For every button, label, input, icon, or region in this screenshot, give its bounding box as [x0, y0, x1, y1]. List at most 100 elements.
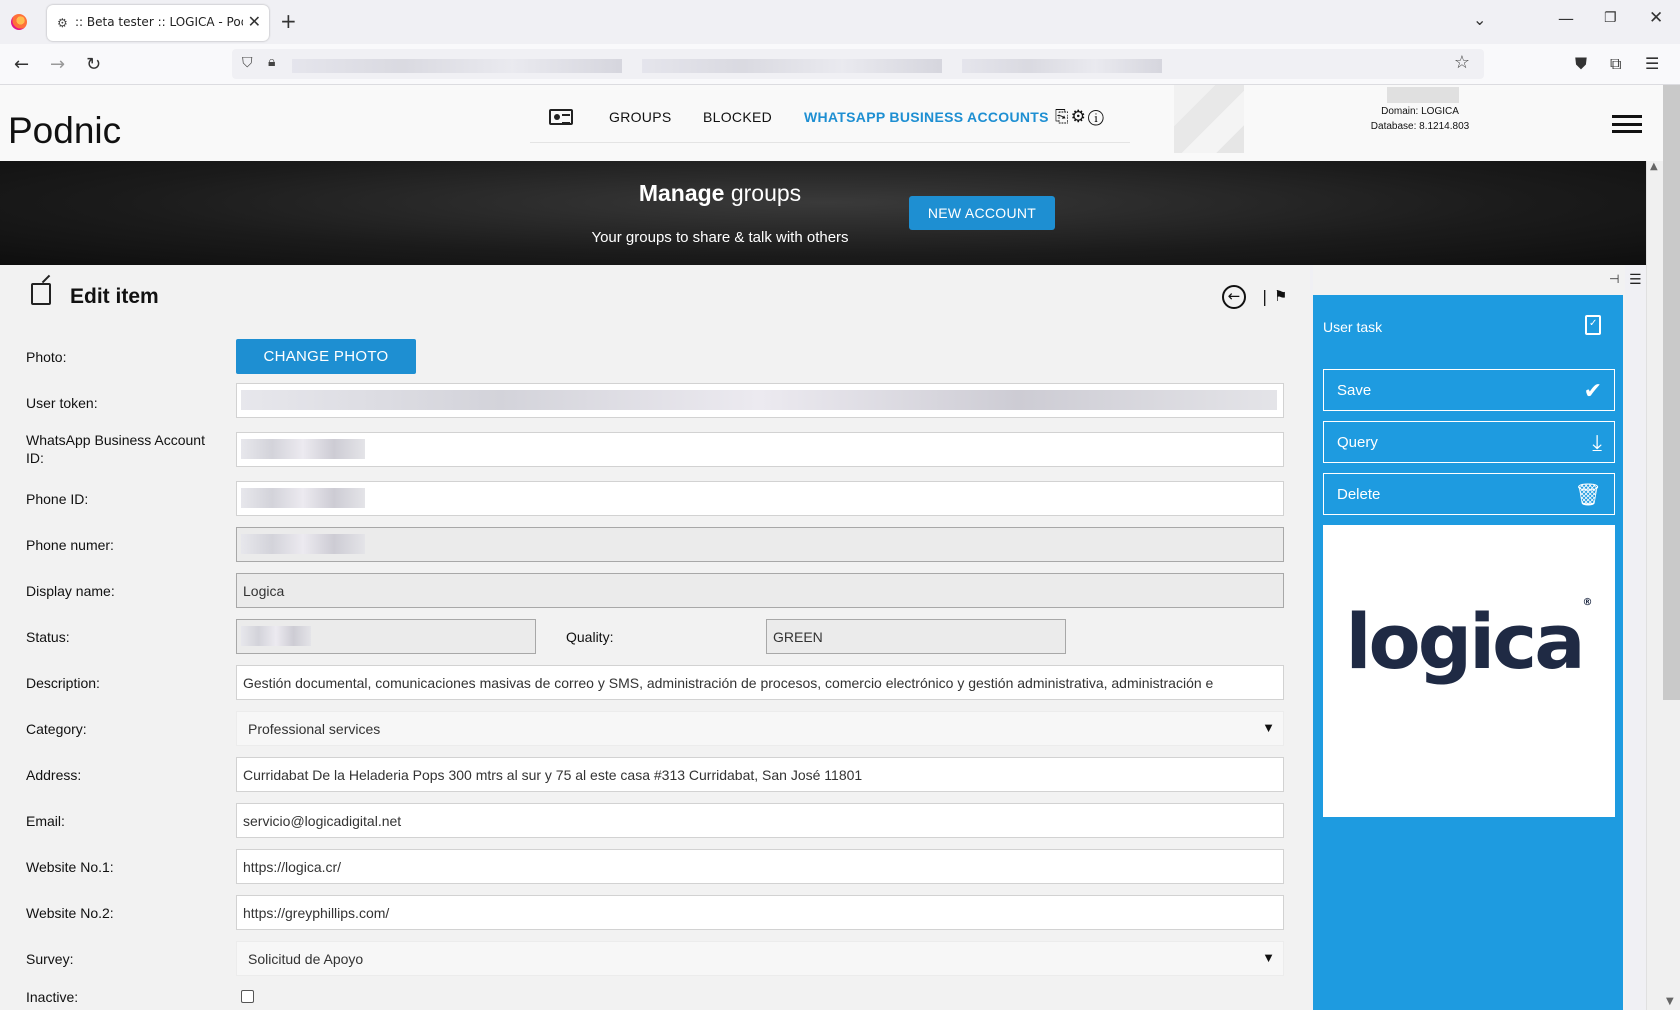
download-icon: ⤓	[1592, 430, 1602, 455]
redacted-value	[241, 488, 365, 508]
check-icon: ✔	[1583, 378, 1602, 403]
display-name-field[interactable]: Logica	[236, 573, 1284, 608]
bookmark-star-icon[interactable]: ☆	[1454, 52, 1470, 73]
category-select[interactable]: Professional services ▼	[236, 711, 1284, 746]
logo-wordmark: logica	[1345, 597, 1585, 686]
page-title: Edit item	[70, 285, 159, 308]
lock-icon[interactable]: 🔒︎	[268, 54, 275, 70]
flag-icon[interactable]: ⚑	[1274, 287, 1287, 305]
id-card-icon[interactable]	[549, 109, 573, 125]
email-label: Email:	[26, 813, 65, 829]
menu-item-whatsapp-accounts[interactable]: WHATSAPP BUSINESS ACCOUNTS	[804, 109, 1049, 125]
page-banner: Manage groups Your groups to share & tal…	[0, 161, 1646, 265]
address-label: Address:	[26, 767, 82, 783]
survey-select[interactable]: Solicitud de Apoyo ▼	[236, 941, 1284, 976]
user-redacted	[1387, 87, 1459, 103]
save-button[interactable]: Save ✔	[1323, 369, 1615, 411]
email-field[interactable]: servicio@logicadigital.net	[236, 803, 1284, 838]
back-arrow-icon[interactable]: ←	[1222, 285, 1246, 309]
minimize-icon[interactable]: —	[1558, 9, 1574, 28]
save-label: Save	[1337, 381, 1372, 399]
pin-icon[interactable]: ⊣	[1609, 272, 1619, 286]
display-name-label: Display name:	[26, 583, 115, 599]
page-scrollbar[interactable]: ▲	[1646, 161, 1663, 1010]
website1-field[interactable]: https://logica.cr/	[236, 849, 1284, 884]
window-scrollbar-thumb[interactable]	[1663, 85, 1680, 700]
waba-id-label: WhatsApp Business Account ID:	[26, 432, 205, 466]
menu-item-blocked[interactable]: BLOCKED	[703, 109, 772, 125]
window-scrollbar-track[interactable]	[1663, 700, 1680, 1010]
quality-label: Quality:	[566, 629, 614, 645]
phone-number-field[interactable]	[236, 527, 1284, 562]
quality-field[interactable]: GREEN	[766, 619, 1066, 654]
brand-logo[interactable]: Podnic	[8, 110, 121, 152]
scroll-up-icon[interactable]: ▲	[1650, 161, 1658, 172]
banner-title-rest: groups	[724, 180, 802, 206]
survey-label: Survey:	[26, 951, 74, 967]
domain-label: Domain: LOGICA	[1381, 106, 1459, 117]
dropdown-caret-icon[interactable]: ▼	[1262, 720, 1275, 735]
phone-id-label: Phone ID:	[26, 491, 89, 507]
user-token-label: User token:	[26, 395, 98, 411]
firefox-icon	[11, 14, 27, 30]
database-label: Database: 8.1214.803	[1370, 121, 1470, 132]
url-redacted	[292, 59, 622, 73]
dropdown-caret-icon[interactable]: ▼	[1262, 950, 1275, 965]
website1-label: Website No.1:	[26, 859, 114, 875]
site-header: Podnic GROUPS BLOCKED WHATSAPP BUSINESS …	[0, 85, 1680, 161]
tab-close-icon[interactable]: ✕	[248, 12, 261, 31]
url-redacted	[642, 59, 942, 73]
reload-icon[interactable]: ↻	[86, 54, 101, 75]
website2-label: Website No.2:	[26, 905, 114, 921]
banner-subtitle: Your groups to share & talk with others	[591, 229, 849, 246]
extensions-icon[interactable]: ⧉	[1610, 54, 1621, 74]
list-icon[interactable]: ☰	[1629, 272, 1642, 288]
user-task-title: User task	[1323, 319, 1383, 335]
menu-item-groups[interactable]: GROUPS	[609, 109, 671, 125]
banner-title-bold: Manage	[638, 180, 725, 206]
change-photo-button[interactable]: CHANGE PHOTO	[236, 339, 416, 374]
main-menu: GROUPS BLOCKED WHATSAPP BUSINESS ACCOUNT…	[530, 103, 1130, 143]
url-bar[interactable]: ⛉ 🔒︎ ☆	[232, 49, 1484, 79]
redacted-value	[241, 626, 311, 646]
list-tabs-icon[interactable]: ⌄	[1473, 10, 1486, 29]
scroll-down-icon[interactable]: ▼	[1666, 996, 1674, 1007]
back-icon[interactable]: ←	[14, 54, 29, 75]
hamburger-menu-icon[interactable]	[1612, 115, 1642, 133]
photo-label: Photo:	[26, 349, 67, 365]
phone-id-field[interactable]	[236, 481, 1284, 516]
delete-button[interactable]: Delete 🗑︎	[1323, 473, 1615, 515]
waba-id-field[interactable]	[236, 432, 1284, 467]
redacted-value	[241, 390, 1277, 410]
window-close-icon[interactable]: ✕	[1649, 8, 1663, 28]
new-account-button[interactable]: NEW ACCOUNT	[909, 196, 1055, 230]
menu-tool-icons[interactable]: ⎘⚙ⓘ	[1055, 107, 1106, 127]
app-menu-icon[interactable]: ☰	[1645, 54, 1659, 73]
query-button[interactable]: Query ⤓	[1323, 421, 1615, 463]
redacted-value	[241, 439, 365, 459]
trash-icon: 🗑︎	[1574, 482, 1602, 507]
forward-icon[interactable]: →	[50, 54, 65, 75]
description-field[interactable]: Gestión documental, comunicaciones masiv…	[236, 665, 1284, 700]
account-photo: logica®	[1323, 525, 1615, 817]
pocket-icon[interactable]: ⛊	[1575, 54, 1587, 74]
website2-field[interactable]: https://greyphillips.com/	[236, 895, 1284, 930]
status-field[interactable]	[236, 619, 536, 654]
url-redacted	[962, 59, 1162, 73]
restore-icon[interactable]: ❐	[1604, 10, 1617, 26]
inactive-label: Inactive:	[26, 989, 79, 1005]
category-label: Category:	[26, 721, 87, 737]
tab-favicon-icon: ⚙	[57, 16, 68, 30]
description-label: Description:	[26, 675, 100, 691]
address-field[interactable]: Curridabat De la Heladeria Pops 300 mtrs…	[236, 757, 1284, 792]
tab-title: :: Beta tester :: LOGICA - Podnic	[75, 15, 243, 29]
user-token-field[interactable]	[236, 383, 1284, 418]
phone-number-label: Phone numer:	[26, 537, 114, 553]
inactive-checkbox[interactable]	[241, 990, 254, 1003]
banner-title: Manage groups	[560, 180, 880, 207]
new-tab-button[interactable]: +	[280, 9, 297, 33]
clipboard-icon	[1585, 315, 1601, 335]
shield-icon[interactable]: ⛉	[242, 55, 253, 71]
browser-tab[interactable]: ⚙ :: Beta tester :: LOGICA - Podnic ✕	[47, 5, 269, 41]
user-task-panel: User task Save ✔ Query ⤓ Delete 🗑︎ logic…	[1313, 295, 1623, 1010]
